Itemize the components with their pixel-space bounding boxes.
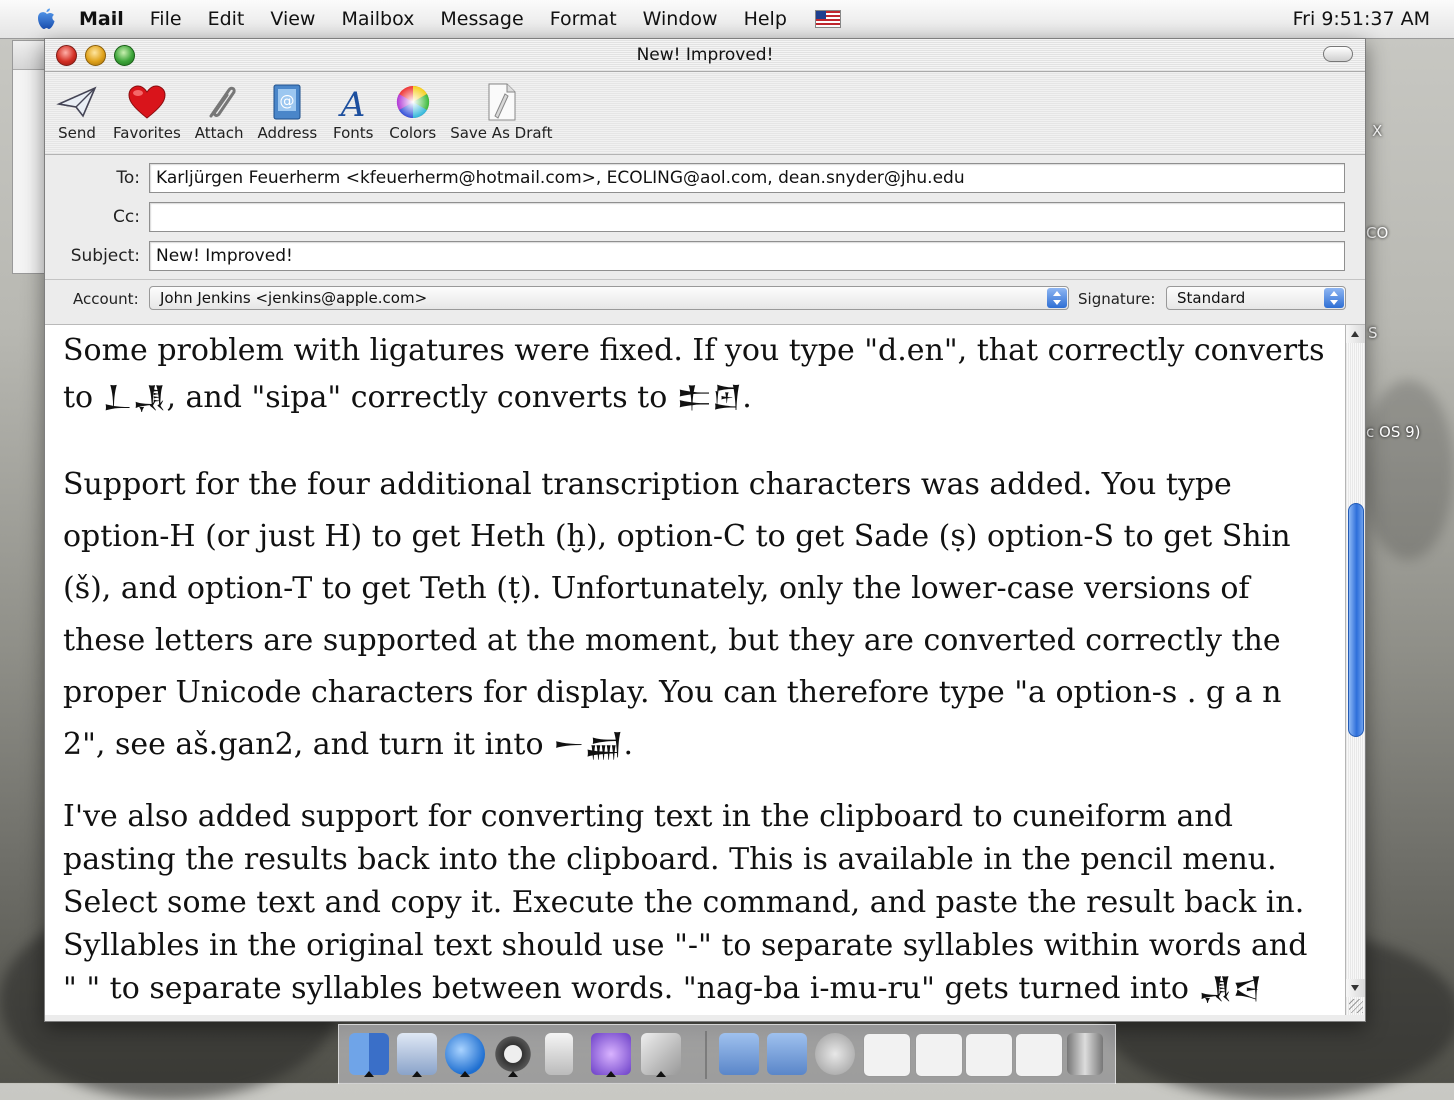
resize-grip-icon[interactable] bbox=[1349, 999, 1363, 1013]
window-thumbnail-icon[interactable] bbox=[863, 1033, 911, 1077]
color-wheel-icon bbox=[396, 85, 429, 119]
dock bbox=[338, 1024, 1116, 1084]
menu-file[interactable]: File bbox=[150, 8, 182, 30]
save-as-draft-button[interactable]: Save As Draft bbox=[450, 72, 552, 142]
window-thumbnail-icon[interactable] bbox=[1015, 1033, 1063, 1077]
itunes-icon[interactable] bbox=[591, 1033, 631, 1077]
colors-button[interactable]: Colors bbox=[389, 72, 436, 142]
menubar-clock[interactable]: Fri 9:51:37 AM bbox=[1293, 8, 1430, 30]
address-label: Address bbox=[257, 124, 318, 142]
fonts-button[interactable]: A Fonts bbox=[331, 72, 375, 142]
signature-label: Signature: bbox=[1078, 290, 1156, 308]
send-button[interactable]: Send bbox=[55, 72, 99, 142]
draft-icon bbox=[488, 83, 516, 121]
desktop-label[interactable]: CO bbox=[1366, 224, 1388, 242]
account-value: John Jenkins <jenkins@apple.com> bbox=[160, 289, 428, 307]
signature-value: Standard bbox=[1177, 289, 1246, 307]
font-icon: A bbox=[338, 85, 366, 122]
finder-icon[interactable] bbox=[349, 1033, 389, 1077]
desktop-label[interactable]: c OS 9) bbox=[1366, 423, 1421, 441]
documents-folder-icon[interactable] bbox=[767, 1033, 807, 1075]
keyboard-layout-flag-icon[interactable] bbox=[814, 10, 841, 28]
address-book-icon: @ bbox=[273, 84, 301, 120]
svg-text:@: @ bbox=[280, 92, 295, 110]
menu-mailbox[interactable]: Mailbox bbox=[341, 8, 414, 30]
toolbar: Send Favorites Attach @ Address A Fonts … bbox=[45, 72, 1365, 155]
internet-explorer-icon[interactable] bbox=[445, 1033, 485, 1077]
subject-row: Subject: New! Improved! bbox=[45, 241, 1365, 273]
body-paragraph: I've also added support for converting t… bbox=[63, 799, 1308, 1015]
paperclip-icon bbox=[209, 86, 236, 118]
scroll-up-arrow-icon[interactable] bbox=[1346, 325, 1365, 343]
cc-field[interactable] bbox=[149, 202, 1345, 232]
scroll-down-arrow-icon[interactable] bbox=[1346, 979, 1365, 997]
subject-label: Subject: bbox=[70, 246, 140, 266]
attach-label: Attach bbox=[194, 124, 244, 142]
to-row: To: Karljürgen Feuerherm <kfeuerherm@hot… bbox=[45, 163, 1365, 195]
send-icon bbox=[56, 86, 97, 118]
message-headers: To: Karljürgen Feuerherm <kfeuerherm@hot… bbox=[45, 155, 1365, 325]
fonts-label: Fonts bbox=[332, 124, 374, 142]
body-paragraph: Some problem with ligatures were fixed. … bbox=[63, 333, 1325, 415]
menu-mail[interactable]: Mail bbox=[79, 8, 124, 30]
desktop-label[interactable]: X bbox=[1372, 122, 1382, 140]
account-popup[interactable]: John Jenkins <jenkins@apple.com> bbox=[149, 286, 1069, 310]
menu-help[interactable]: Help bbox=[744, 8, 787, 30]
menu-format[interactable]: Format bbox=[550, 8, 617, 30]
battery-icon[interactable] bbox=[545, 1033, 573, 1075]
menu-edit[interactable]: Edit bbox=[208, 8, 245, 30]
window-title: New! Improved! bbox=[636, 45, 774, 65]
menu-bar: Mail File Edit View Mailbox Message Form… bbox=[0, 0, 1454, 39]
dock-divider bbox=[705, 1031, 707, 1079]
attach-button[interactable]: Attach bbox=[194, 72, 244, 142]
sherlock-icon[interactable] bbox=[493, 1033, 533, 1077]
body-paragraph: Support for the four additional transcri… bbox=[63, 467, 1291, 762]
menu-window[interactable]: Window bbox=[643, 8, 718, 30]
account-row: Account: John Jenkins <jenkins@apple.com… bbox=[45, 279, 1365, 316]
address-button[interactable]: @ Address bbox=[257, 72, 317, 142]
compose-window: New! Improved! Send Favorites Attach @ A… bbox=[44, 38, 1366, 1022]
menu-view[interactable]: View bbox=[270, 8, 315, 30]
window-title-bar[interactable]: New! Improved! bbox=[45, 39, 1365, 72]
menu-message[interactable]: Message bbox=[440, 8, 523, 30]
send-label: Send bbox=[58, 124, 96, 142]
cc-row: Cc: bbox=[45, 202, 1365, 234]
save-as-draft-label: Save As Draft bbox=[450, 124, 553, 142]
desktop-label[interactable]: S bbox=[1368, 324, 1378, 342]
favorites-button[interactable]: Favorites bbox=[113, 72, 181, 142]
popup-arrows-icon bbox=[1324, 288, 1344, 308]
message-body[interactable]: Some problem with ligatures were fixed. … bbox=[45, 325, 1345, 1015]
popup-arrows-icon bbox=[1047, 288, 1067, 308]
toolbar-toggle-button[interactable] bbox=[1323, 46, 1353, 62]
window-thumbnail-icon[interactable] bbox=[915, 1033, 963, 1077]
subject-field[interactable]: New! Improved! bbox=[149, 241, 1345, 271]
account-label: Account: bbox=[73, 290, 139, 308]
to-field[interactable]: Karljürgen Feuerherm <kfeuerherm@hotmail… bbox=[149, 163, 1345, 193]
preview-icon[interactable] bbox=[641, 1033, 681, 1077]
heart-icon bbox=[128, 85, 166, 119]
cc-label: Cc: bbox=[113, 207, 140, 227]
mail-icon[interactable] bbox=[397, 1033, 437, 1077]
favorites-label: Favorites bbox=[113, 124, 181, 142]
scroll-thumb[interactable] bbox=[1348, 503, 1364, 737]
to-label: To: bbox=[116, 168, 140, 188]
applications-folder-icon[interactable] bbox=[719, 1033, 759, 1075]
signature-popup[interactable]: Standard bbox=[1166, 286, 1346, 310]
colors-label: Colors bbox=[389, 124, 437, 142]
svg-text:A: A bbox=[338, 85, 366, 122]
apple-menu-icon[interactable] bbox=[33, 6, 59, 32]
email-at-icon[interactable] bbox=[815, 1033, 855, 1075]
vertical-scrollbar[interactable] bbox=[1345, 325, 1365, 1015]
trash-icon[interactable] bbox=[1067, 1033, 1103, 1075]
window-thumbnail-icon[interactable] bbox=[965, 1033, 1013, 1077]
